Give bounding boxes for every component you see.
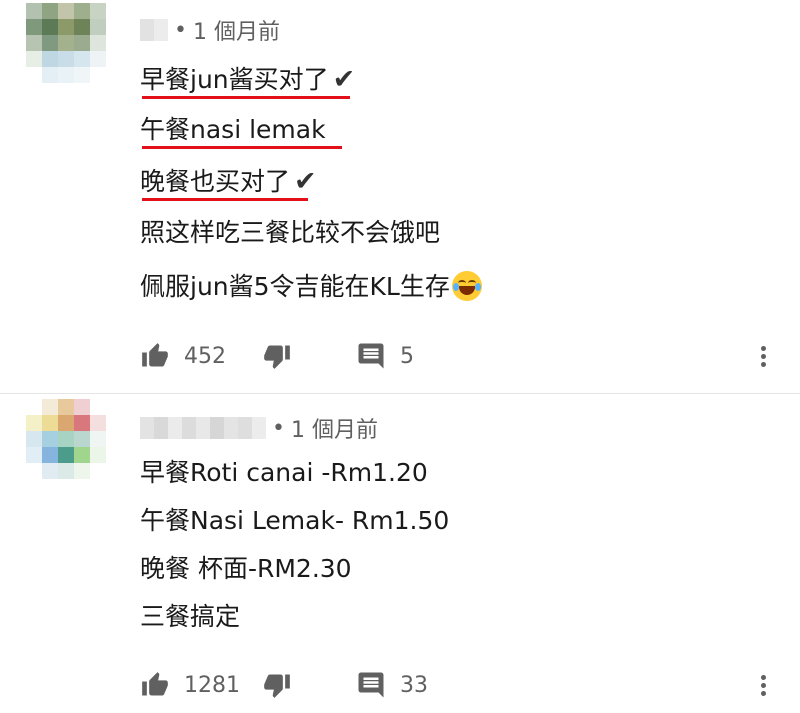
comment-1: • 1 個月前 早餐jun酱买对了 ✔ 午餐nasi lemak 晚餐也买对了 ✔ … [0,0,800,395]
red-underline [142,146,342,149]
bullet-separator: • [174,17,187,43]
red-underline [142,96,350,99]
reply-button[interactable]: 5 [356,338,414,374]
comment-meta: • 1 個月前 [140,14,280,46]
reply-count: 5 [400,343,414,369]
check-mark-icon: ✔ [332,64,356,95]
thumbs-up-icon [142,672,168,696]
comment-divider [0,393,800,394]
check-mark-icon: ✔ [294,166,317,197]
red-underline [142,198,308,201]
comment-text: 三餐搞定 [140,602,241,631]
comment-text: 午餐Nasi Lemak- Rm1.50 [140,506,450,535]
comment-timestamp[interactable]: 1 個月前 [291,412,378,444]
comment-line: 早餐Roti canai -Rm1.20 [140,456,428,490]
comment-line: 照这样吃三餐比较不会饿吧 [140,216,440,250]
avatar[interactable] [26,399,106,479]
thumbs-down-icon [264,345,290,369]
like-button[interactable]: 1281 [140,667,240,703]
blurred-username[interactable] [140,417,266,439]
comment-actions: 1281 33 [140,667,790,703]
reply-count: 33 [400,672,428,698]
comment-line: 早餐jun酱买对了 ✔ [140,63,355,97]
face-with-tears-of-joy-icon [451,271,482,301]
reply-button[interactable]: 33 [356,667,428,703]
more-vert-icon[interactable] [761,338,766,374]
comment-actions: 452 5 [140,338,790,374]
like-button[interactable]: 452 [140,338,226,374]
comment-text: 早餐jun酱买对了 [140,65,329,94]
comment-2: • 1 個月前 早餐Roti canai -Rm1.20 午餐Nasi Lema… [0,395,800,713]
dislike-button[interactable] [262,338,292,374]
reply-comment-icon [358,672,384,698]
comment-line: 午餐Nasi Lemak- Rm1.50 [140,504,449,538]
thumbs-up-icon [142,343,168,367]
comment-line: 午餐nasi lemak [140,113,326,147]
more-vert-icon[interactable] [761,667,766,703]
like-count: 452 [184,343,226,369]
comment-line: 三餐搞定 [140,600,240,634]
comment-text: 照这样吃三餐比较不会饿吧 [140,218,441,247]
comment-line: 晚餐 杯面-RM2.30 [140,552,352,586]
comment-timestamp[interactable]: 1 個月前 [193,14,280,46]
comment-meta: • 1 個月前 [140,412,378,444]
comment-text: 晚餐 杯面-RM2.30 [140,554,352,583]
comment-text: 早餐Roti canai -Rm1.20 [140,458,428,487]
reply-comment-icon [358,343,384,369]
thumbs-down-icon [264,674,290,698]
comment-line: 佩服jun酱5令吉能在KL生存 [140,270,482,304]
blurred-username[interactable] [140,19,168,41]
comment-text: 晚餐也买对了 [140,167,291,196]
dislike-button[interactable] [262,667,292,703]
avatar[interactable] [26,3,106,83]
comment-text: 午餐nasi lemak [140,115,326,144]
bullet-separator: • [272,415,285,441]
comment-line: 晚餐也买对了 ✔ [140,165,317,199]
like-count: 1281 [184,672,240,698]
comment-text: 佩服jun酱5令吉能在KL生存 [140,272,450,301]
